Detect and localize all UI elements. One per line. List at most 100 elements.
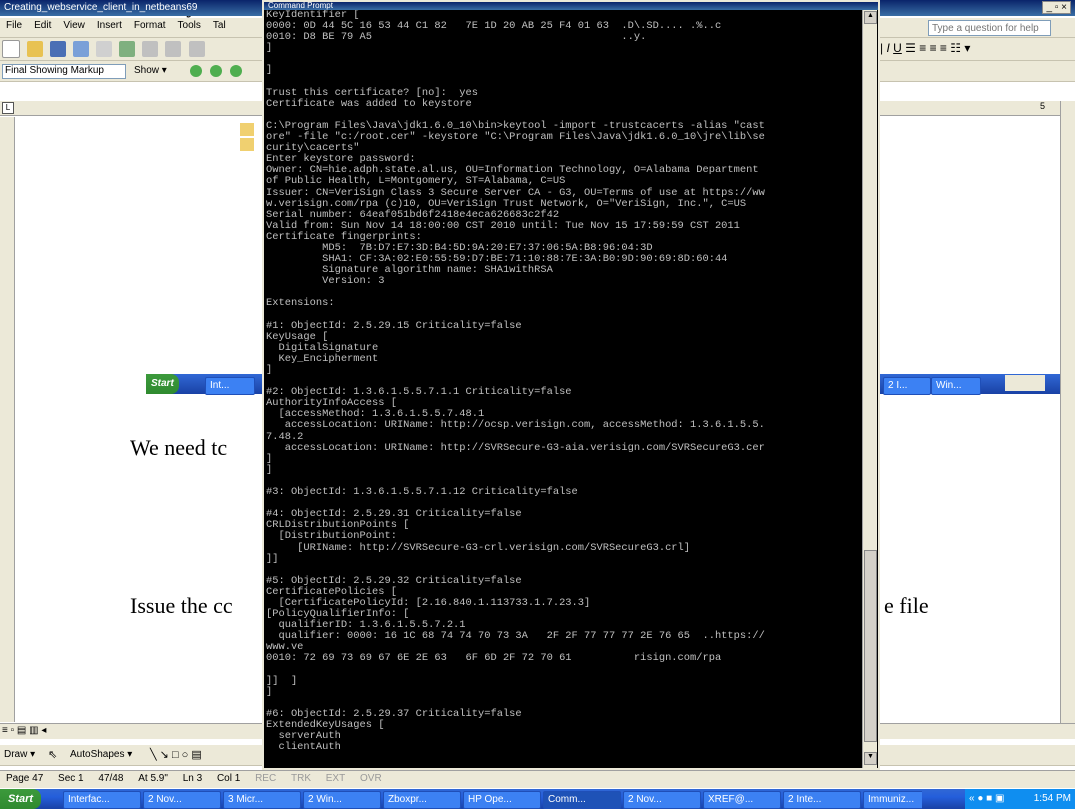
menu-view[interactable]: View	[57, 18, 91, 33]
status-at: At 5.9"	[138, 773, 168, 784]
taskbar-item[interactable]: XREF@...	[703, 791, 781, 809]
spelling-icon[interactable]	[119, 41, 136, 57]
cmd-title-bar[interactable]: Command Prompt	[264, 2, 878, 10]
draw-menu[interactable]: Draw ▾	[4, 749, 35, 760]
start-button[interactable]: Start	[0, 789, 42, 809]
open-folder-icon[interactable]	[27, 41, 44, 57]
taskbar-item[interactable]: 2 Nov...	[623, 791, 701, 809]
tray-icons[interactable]: « ● ■ ▣	[965, 793, 1004, 804]
cmd-line: Certificate was added to keystore	[266, 97, 472, 110]
cmd-line	[266, 287, 862, 298]
format-buttons[interactable]: | I U ☰ ≡ ≡ ≡ ☷ ▾	[880, 41, 970, 55]
cmd-line: ]	[266, 64, 273, 77]
view-buttons[interactable]: ≡ ▫ ▤ ▥ ◂	[2, 725, 46, 736]
autoshapes-label: AutoShapes	[70, 749, 125, 760]
word-status-bar: Page 47 Sec 1 47/48 At 5.9" Ln 3 Col 1 R…	[0, 770, 1075, 788]
cmd-line: ]]	[266, 552, 279, 565]
menu-format[interactable]: Format	[128, 18, 172, 33]
inner-taskbar-item[interactable]: 2 I...	[883, 377, 931, 395]
paste-icon[interactable]	[188, 41, 205, 57]
cmd-line: ]	[266, 685, 273, 698]
inner-taskbar-item[interactable]: Win...	[931, 377, 981, 395]
status-ext[interactable]: EXT	[320, 771, 351, 786]
cmd-line: serverAuth	[266, 730, 341, 743]
status-column: Col 1	[216, 773, 241, 784]
vertical-ruler[interactable]	[0, 117, 15, 722]
cmd-line: [URIName: http://SVRSecure-G3-crl.verisi…	[266, 541, 691, 554]
next-change-icon[interactable]	[210, 65, 222, 77]
inner-taskbar-left: Start Int...	[146, 374, 262, 395]
draw-label: Draw	[4, 749, 28, 760]
print-icon[interactable]	[73, 41, 90, 57]
status-line: Ln 3	[182, 773, 203, 784]
cmd-line	[266, 665, 862, 676]
show-menu-button[interactable]: Show ▾	[134, 65, 167, 76]
cmd-output[interactable]: KeyIdentifier [0000: 0D 44 5C 16 53 44 C…	[266, 10, 862, 768]
save-icon[interactable]	[50, 41, 67, 57]
cmd-line: accessLocation: URIName: http://ocsp.ver…	[266, 419, 765, 432]
print-preview-icon[interactable]	[96, 41, 113, 57]
copy-icon[interactable]	[165, 41, 182, 57]
markup-mode-select[interactable]: Final Showing Markup	[2, 64, 126, 79]
cmd-line	[266, 310, 862, 321]
autoshapes-menu[interactable]: AutoShapes ▾	[70, 749, 132, 760]
cut-icon[interactable]	[142, 41, 159, 57]
taskbar-item[interactable]: Zboxpr...	[383, 791, 461, 809]
command-prompt-window[interactable]: Command Prompt KeyIdentifier [0000: 0D 4…	[262, 0, 880, 770]
inner-start-button[interactable]: Start	[146, 374, 179, 394]
menu-edit[interactable]: Edit	[28, 18, 57, 33]
status-trk[interactable]: TRK	[285, 771, 317, 786]
cmd-line: of Public Health, L=Montgomery, ST=Alaba…	[266, 175, 566, 188]
cmd-line: clientAuth	[266, 741, 341, 754]
menu-tools[interactable]: Tools	[172, 18, 207, 33]
status-ovr[interactable]: OVR	[354, 771, 388, 786]
status-rec[interactable]: REC	[249, 771, 282, 786]
new-doc-icon[interactable]	[2, 40, 20, 58]
doc-paragraph-2: Issue the cc	[130, 593, 233, 618]
cmd-line: Version: 3	[266, 275, 385, 288]
status-pages: 47/48	[98, 773, 124, 784]
scroll-down-icon[interactable]: ▼	[864, 752, 877, 765]
cmd-line: qualifier: 0000: 16 1C 68 74 74 70 73 3A…	[266, 630, 765, 643]
taskbar-item[interactable]: 2 Nov...	[143, 791, 221, 809]
cmd-line: [DistributionPoint:	[266, 530, 397, 543]
help-search-input[interactable]	[928, 20, 1051, 36]
cmd-line: Key_Encipherment	[266, 352, 379, 365]
taskbar-item[interactable]: Interfac...	[63, 791, 141, 809]
cmd-line: #3: ObjectId: 1.3.6.1.5.5.7.1.12 Critica…	[266, 486, 578, 499]
shape-icons[interactable]: ╲ ↘ □ ○ ▤	[150, 748, 202, 761]
taskbar-item[interactable]: Immuniz...	[863, 791, 922, 809]
word-vertical-scrollbar[interactable]	[1060, 101, 1075, 737]
accept-change-icon[interactable]	[230, 65, 242, 77]
ruler-mark-5: 5	[1040, 101, 1046, 111]
tab-selector-icon[interactable]: L	[2, 102, 14, 114]
folder-icon	[240, 138, 254, 151]
cmd-line: #1: ObjectId: 2.5.29.15 Criticality=fals…	[266, 319, 522, 332]
cmd-line	[266, 54, 862, 65]
scroll-thumb[interactable]	[864, 550, 877, 742]
clock: 1:54 PM	[1033, 793, 1071, 804]
previous-change-icon[interactable]	[190, 65, 202, 77]
window-controls[interactable]: _ ▫ ×	[1042, 1, 1071, 14]
taskbar-item[interactable]: HP Ope...	[463, 791, 541, 809]
doc-paragraph-2-end: e file	[884, 593, 929, 618]
inner-taskbar-right: 2 I... Win...	[880, 374, 1075, 395]
scroll-up-icon[interactable]: ▲	[864, 11, 877, 24]
taskbar-item[interactable]: Comm...	[543, 791, 621, 809]
cmd-line: Extensions:	[266, 297, 335, 310]
menu-file[interactable]: File	[0, 18, 28, 33]
folder-icon	[240, 123, 254, 136]
system-tray: « ● ■ ▣ 1:54 PM	[965, 789, 1075, 809]
taskbar-item[interactable]: 3 Micr...	[223, 791, 301, 809]
cmd-line: ]	[266, 42, 273, 55]
taskbar-items: Interfac... 2 Nov... 3 Micr... 2 Win... Zbox…	[62, 789, 922, 809]
taskbar-item[interactable]: 2 Inte...	[783, 791, 861, 809]
cmd-line: 0010: 72 69 73 69 67 6E 2E 63 6F 6D 2F 7…	[266, 652, 722, 665]
menu-table[interactable]: Tal	[207, 18, 232, 33]
select-objects-icon[interactable]: ⇖	[48, 748, 57, 761]
cmd-scrollbar[interactable]: ▲ ▼	[862, 10, 877, 768]
menu-insert[interactable]: Insert	[91, 18, 128, 33]
taskbar-item[interactable]: 2 Win...	[303, 791, 381, 809]
inner-taskbar-item[interactable]: Int...	[205, 377, 255, 395]
cmd-line: accessLocation: URIName: http://SVRSecur…	[266, 441, 765, 454]
